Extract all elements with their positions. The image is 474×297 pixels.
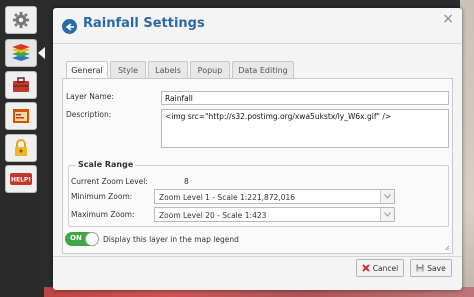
help-tool-button[interactable]: HELP! [5,165,37,193]
close-icon [362,264,370,272]
general-tab-content: Layer Name: Rainfall Description: <img s… [62,78,453,254]
resize-handle-icon[interactable] [444,245,450,251]
save-label: Save [427,263,446,273]
map-window-tool-button[interactable] [5,102,37,130]
svg-text:HELP!: HELP! [11,177,31,184]
legend-toggle-label: Display this layer in the map legend [103,235,239,244]
min-zoom-select[interactable]: Zoom Level 1 - Scale 1:221,872,016 [154,189,395,204]
layer-name-input[interactable]: Rainfall [161,91,449,105]
gear-icon [12,11,30,29]
help-icon: HELP! [10,173,32,185]
map-window-icon [13,109,29,123]
description-textarea[interactable]: <img src="http://s32.postimg.org/xwa5uks… [161,109,449,148]
tab-data-editing[interactable]: Data Editing [232,61,294,78]
back-button[interactable] [62,19,77,34]
max-zoom-label: Maximum Zoom: [71,210,135,219]
arrow-left-icon [65,22,74,31]
tab-general[interactable]: General [66,61,108,79]
current-zoom-label: Current Zoom Level: [71,177,148,186]
description-label: Description: [66,110,112,119]
cancel-button[interactable]: Cancel [356,259,404,277]
lock-icon [15,139,27,156]
cancel-label: Cancel [372,263,399,273]
panel-title: Rainfall Settings [83,16,205,31]
tab-popup[interactable]: Popup [190,61,230,78]
description-text: <img src="http://s32.postimg.org/xwa5uks… [165,112,392,121]
layers-icon [12,44,30,61]
scale-range-legend: Scale Range [76,160,136,169]
max-zoom-value: Zoom Level 20 - Scale 1:423 [159,211,267,220]
header-divider [53,43,462,44]
legend-toggle[interactable]: ON [65,232,99,246]
close-icon[interactable]: × [442,11,454,27]
save-icon [416,264,424,272]
max-zoom-select[interactable]: Zoom Level 20 - Scale 1:423 [154,207,395,222]
tab-labels[interactable]: Labels [148,61,188,78]
toolbox-tool-button[interactable] [5,71,37,99]
layers-tool-button[interactable] [5,39,37,67]
toggle-knob [85,232,99,246]
toggle-state-text: ON [70,234,82,242]
min-zoom-value: Zoom Level 1 - Scale 1:221,872,016 [159,193,296,202]
current-zoom-value: 8 [184,177,189,186]
settings-tool-button[interactable] [5,6,37,34]
scale-range-group: Scale Range Current Zoom Level: 8 Minimu… [68,160,449,227]
save-button[interactable]: Save [410,259,452,277]
map-background [460,0,474,297]
chevron-down-icon [380,190,394,203]
toolbox-icon [13,77,29,92]
layer-name-label: Layer Name: [66,92,114,101]
chevron-down-icon [380,208,394,221]
active-tool-pointer [38,47,45,59]
lock-tool-button[interactable] [5,134,37,162]
min-zoom-label: Minimum Zoom: [71,192,133,201]
footer-divider [53,256,462,257]
tab-style[interactable]: Style [110,61,146,78]
left-toolbar: HELP! [0,0,45,297]
layer-settings-panel: Rainfall Settings × General Style Labels… [53,8,462,290]
